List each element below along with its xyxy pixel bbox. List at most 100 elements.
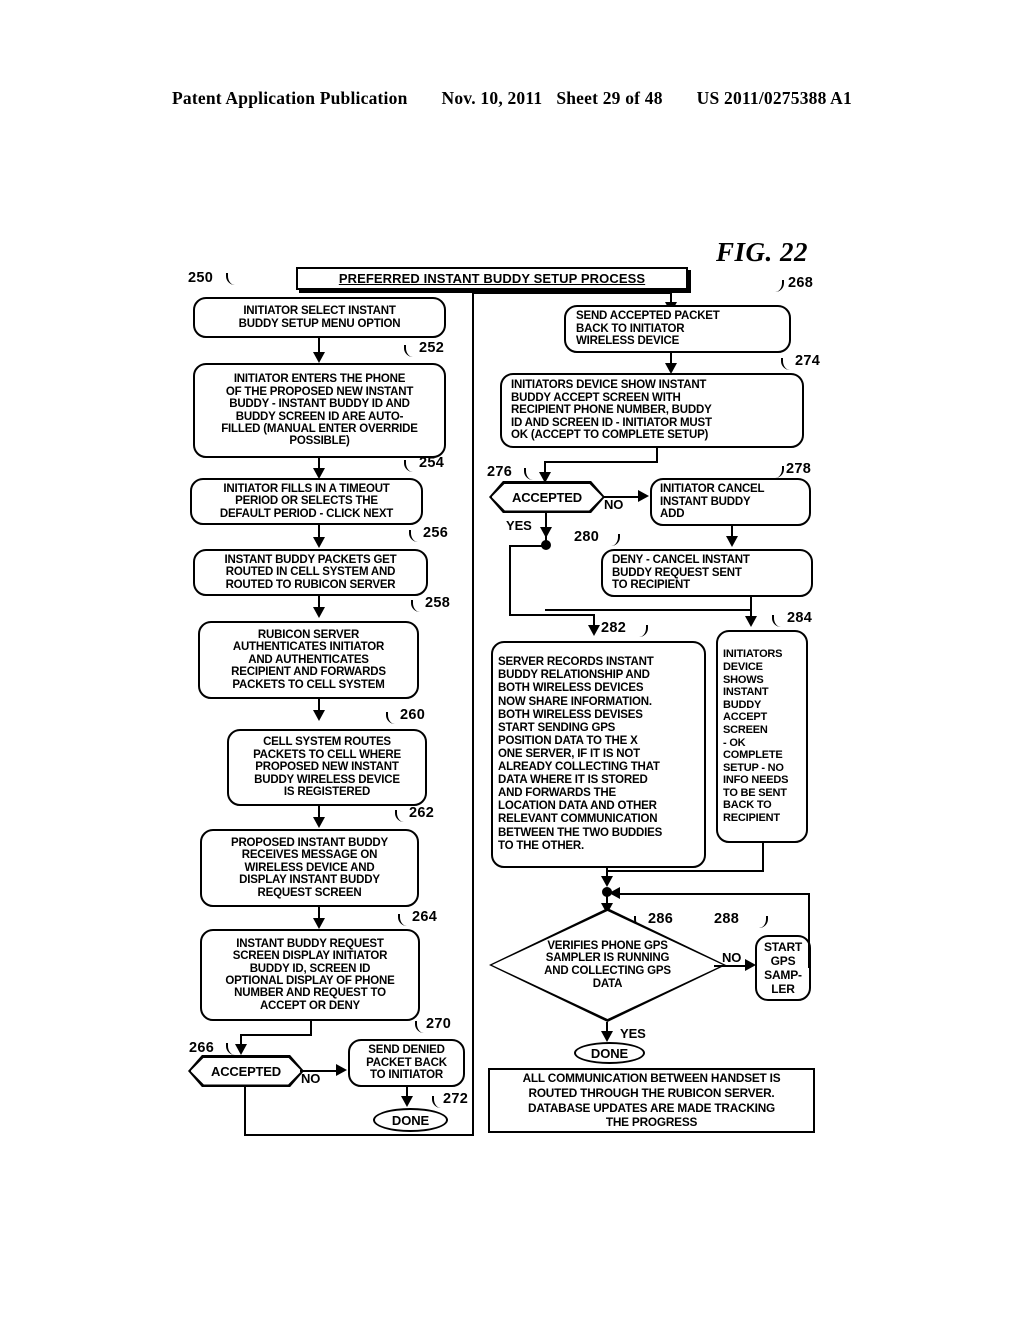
- edge-266-no-label: NO: [301, 1071, 321, 1086]
- node-250-initiator-select-menu: INITIATOR SELECT INSTANT BUDDY SETUP MEN…: [193, 297, 446, 338]
- edge-284-286-seg1: [762, 843, 764, 871]
- figure-title-banner: PREFERRED INSTANT BUDDY SETUP PROCESS: [296, 267, 688, 290]
- edge-278-280-arrow: [726, 536, 738, 547]
- ref-264-leader: [398, 914, 414, 926]
- terminator-272-label: DONE: [391, 1112, 430, 1128]
- node-278-initiator-cancel: INITIATOR CANCEL INSTANT BUDDY ADD: [650, 478, 811, 526]
- node-250-text: INITIATOR SELECT INSTANT BUDDY SETUP MEN…: [238, 305, 401, 330]
- edge-264-266-seg1: [310, 1021, 312, 1035]
- node-268-text: SEND ACCEPTED PACKET BACK TO INITIATOR W…: [576, 310, 720, 348]
- decision-286-verify-gps-sampler: VERIFIES PHONE GPS SAMPLER IS RUNNING AN…: [489, 908, 726, 1022]
- edge-280-284-arrow: [745, 616, 757, 627]
- edge-266-270-arrow: [336, 1064, 347, 1076]
- ref-256: 256: [423, 525, 449, 541]
- note-all-communication-routed: ALL COMMUNICATION BETWEEN HANDSET IS ROU…: [488, 1068, 815, 1133]
- edge-258-260-arrow: [313, 710, 325, 721]
- decision-266-label: ACCEPTED: [211, 1063, 281, 1079]
- ref-252: 252: [419, 340, 445, 356]
- edge-282-286-arrow1: [601, 876, 613, 887]
- ref-268: 268: [788, 275, 814, 291]
- edge-276-no-label: NO: [604, 497, 624, 512]
- node-258-text: RUBICON SERVER AUTHENTICATES INITIATOR A…: [231, 628, 386, 691]
- ref-284-leader: [772, 615, 788, 627]
- edge-280-284-seg1: [545, 609, 752, 611]
- node-264-request-screen-display: INSTANT BUDDY REQUEST SCREEN DISPLAY INI…: [200, 929, 420, 1021]
- ref-264: 264: [412, 909, 438, 925]
- node-274-text: INITIATORS DEVICE SHOW INSTANT BUDDY ACC…: [511, 379, 712, 442]
- edge-256-258-arrow: [313, 607, 325, 618]
- node-282-server-records-relationship: SERVER RECORDS INSTANT BUDDY RELATIONSHI…: [491, 641, 706, 868]
- decision-286-label: VERIFIES PHONE GPS SAMPLER IS RUNNING AN…: [544, 939, 671, 990]
- edge-282-feed-seg3: [509, 614, 595, 616]
- terminator-done-right-label: DONE: [590, 1045, 629, 1061]
- node-282-text: SERVER RECORDS INSTANT BUDDY RELATIONSHI…: [498, 656, 663, 852]
- node-256-text: INSTANT BUDDY PACKETS GET ROUTED IN CELL…: [224, 553, 397, 591]
- node-280-text: DENY - CANCEL INSTANT BUDDY REQUEST SENT…: [612, 554, 750, 592]
- ref-288: 288: [714, 911, 740, 927]
- ref-260-leader: [386, 712, 402, 724]
- node-254-text: INITIATOR FILLS IN A TIMEOUT PERIOD OR S…: [219, 482, 394, 520]
- node-284-initiators-device-shows: INITIATORS DEVICE SHOWS INSTANT BUDDY AC…: [716, 630, 808, 843]
- edge-288-loop-seg1: [808, 893, 810, 968]
- edge-266-yes-seg2: [244, 1134, 474, 1136]
- edge-286-no-label: NO: [722, 950, 742, 965]
- node-270-send-denied-packet: SEND DENIED PACKET BACK TO INITIATOR: [348, 1039, 465, 1087]
- ref-260: 260: [400, 707, 426, 723]
- edge-266-yes-spine: [472, 292, 474, 1136]
- header-patent-number: US 2011/0275388 A1: [696, 88, 852, 108]
- edge-276-yes-arrow: [540, 527, 552, 538]
- ref-254-leader: [404, 460, 420, 472]
- node-288-start-gps-sampler: START GPS SAMP- LER: [755, 935, 811, 1001]
- terminator-done-right: DONE: [574, 1042, 645, 1064]
- edge-270-272-arrow: [401, 1096, 413, 1107]
- ref-262: 262: [409, 805, 435, 821]
- decision-276-accepted: ACCEPTED: [489, 481, 605, 513]
- edge-282-feed-seg1: [509, 545, 545, 547]
- ref-284: 284: [787, 610, 813, 626]
- ref-258: 258: [425, 595, 451, 611]
- edge-274-276-seg1: [656, 448, 658, 462]
- ref-286: 286: [648, 911, 674, 927]
- ref-288-leader: [752, 916, 768, 928]
- edge-276-yes-label: YES: [506, 518, 532, 533]
- ref-266-leader: [226, 1043, 242, 1055]
- edge-276-278-arrow: [638, 490, 649, 502]
- ref-268-leader: [768, 280, 784, 292]
- edge-284-286-seg2: [606, 870, 764, 872]
- edge-282-feed-arrow: [588, 625, 600, 636]
- ref-250: 250: [188, 270, 214, 286]
- ref-274: 274: [795, 353, 821, 369]
- figure-label: FIG. 22: [716, 237, 809, 267]
- figure-title-text: PREFERRED INSTANT BUDDY SETUP PROCESS: [338, 271, 646, 286]
- publication-header: Patent Application Publication Nov. 10, 2…: [0, 88, 1024, 109]
- ref-280-leader: [604, 534, 620, 546]
- edge-286-done-arrow: [601, 1031, 613, 1042]
- edge-250-252-arrow: [313, 352, 325, 363]
- node-288-text: START GPS SAMP- LER: [763, 940, 803, 996]
- edge-286-yes-label: YES: [620, 1026, 646, 1041]
- edge-264-266-seg2: [240, 1034, 312, 1036]
- ref-276-leader: [524, 468, 540, 480]
- ref-278: 278: [786, 461, 812, 477]
- ref-272-leader: [432, 1096, 448, 1108]
- decision-266-accepted: ACCEPTED: [188, 1055, 304, 1087]
- ref-270-leader: [415, 1021, 431, 1033]
- note-all-communication-text: ALL COMMUNICATION BETWEEN HANDSET IS ROU…: [522, 1071, 781, 1130]
- node-256-packets-routed: INSTANT BUDDY PACKETS GET ROUTED IN CELL…: [193, 549, 428, 596]
- node-278-text: INITIATOR CANCEL INSTANT BUDDY ADD: [660, 483, 765, 521]
- edge-274-276-seg2: [544, 461, 658, 463]
- node-264-text: INSTANT BUDDY REQUEST SCREEN DISPLAY INI…: [225, 937, 395, 1012]
- ref-252-leader: [404, 345, 420, 357]
- patent-drawing-sheet: Patent Application Publication Nov. 10, 2…: [0, 0, 1024, 1320]
- header-sheet: Sheet 29 of 48: [556, 88, 663, 108]
- edge-262-264-arrow: [313, 918, 325, 929]
- header-date: Nov. 10, 2011: [441, 88, 543, 108]
- node-258-rubicon-authenticates: RUBICON SERVER AUTHENTICATES INITIATOR A…: [198, 621, 419, 699]
- node-252-text: INITIATOR ENTERS THE PHONE OF THE PROPOS…: [221, 373, 418, 448]
- edge-260-262-arrow: [313, 817, 325, 828]
- node-262-text: PROPOSED INSTANT BUDDY RECEIVES MESSAGE …: [230, 836, 389, 899]
- ref-280: 280: [574, 529, 600, 545]
- node-274-accept-screen: INITIATORS DEVICE SHOW INSTANT BUDDY ACC…: [500, 373, 804, 448]
- node-252-initiator-enters-phone: INITIATOR ENTERS THE PHONE OF THE PROPOS…: [193, 363, 446, 458]
- node-280-deny-cancel: DENY - CANCEL INSTANT BUDDY REQUEST SENT…: [601, 549, 813, 597]
